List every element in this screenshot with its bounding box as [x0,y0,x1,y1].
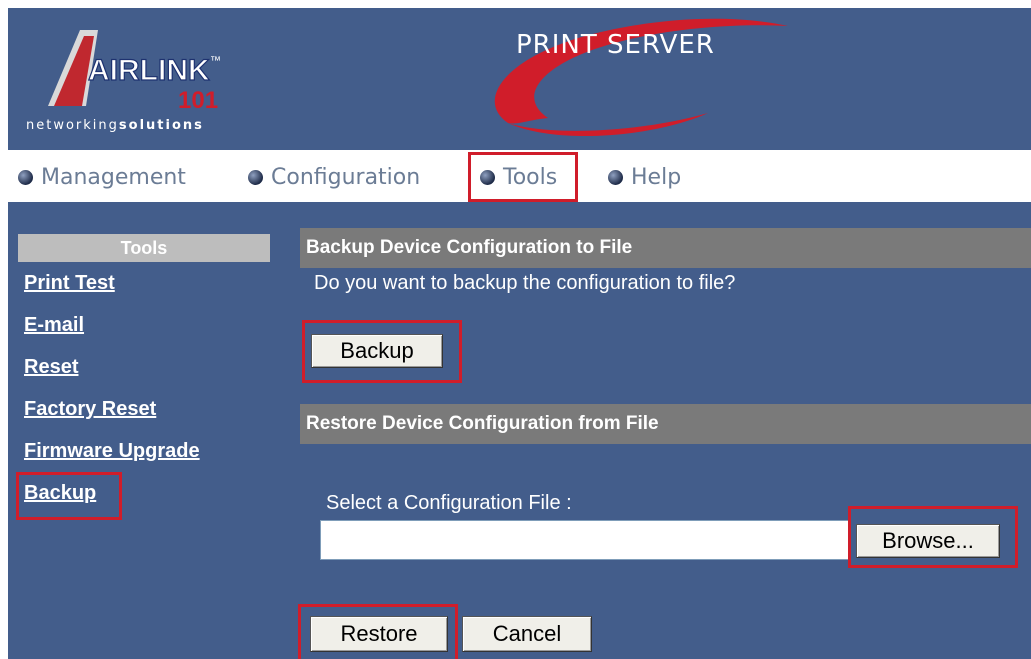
backup-button[interactable]: Backup [311,334,443,368]
file-label: Select a Configuration File : [326,492,572,514]
nav-item-configuration[interactable]: Configuration [248,162,420,192]
browse-button[interactable]: Browse... [856,524,1000,558]
swoosh-graphic [494,18,788,137]
sidebar-item-backup[interactable]: Backup [24,482,96,505]
bullet-icon [608,169,623,185]
nav-item-management[interactable]: Management [18,162,186,192]
sidebar-item-email[interactable]: E-mail [24,314,84,337]
tools-highlight [468,152,578,202]
logo-tagline: networkingsolutions [26,118,204,133]
svg-text:101: 101 [178,87,218,114]
header: AIRLINK ™ 101 networkingsolutions PRINT … [8,8,1031,150]
page-title: PRINT SERVER [516,30,715,60]
svg-text:™: ™ [210,55,221,67]
nav-item-help[interactable]: Help [608,162,681,192]
app-frame: AIRLINK ™ 101 networkingsolutions PRINT … [8,8,1031,659]
sidebar-item-firmware-upgrade[interactable]: Firmware Upgrade [24,440,200,463]
svg-text:AIRLINK: AIRLINK [88,54,210,87]
bullet-icon [248,169,263,185]
bullet-icon [18,169,33,185]
config-file-input[interactable] [320,520,850,560]
restore-button[interactable]: Restore [310,616,448,652]
sidebar-item-factory-reset[interactable]: Factory Reset [24,398,156,421]
nav-item-label: Help [631,164,682,190]
nav-item-label: Configuration [271,164,421,190]
backup-section-header: Backup Device Configuration to File [300,228,1031,268]
sidebar-item-print-test[interactable]: Print Test [24,272,115,295]
backup-question: Do you want to backup the configuration … [314,272,736,294]
cancel-button[interactable]: Cancel [462,616,592,652]
sidebar-title: Tools [18,234,270,262]
nav-item-label: Management [41,164,186,190]
sidebar-item-reset[interactable]: Reset [24,356,78,379]
restore-section-header: Restore Device Configuration from File [300,404,1031,444]
